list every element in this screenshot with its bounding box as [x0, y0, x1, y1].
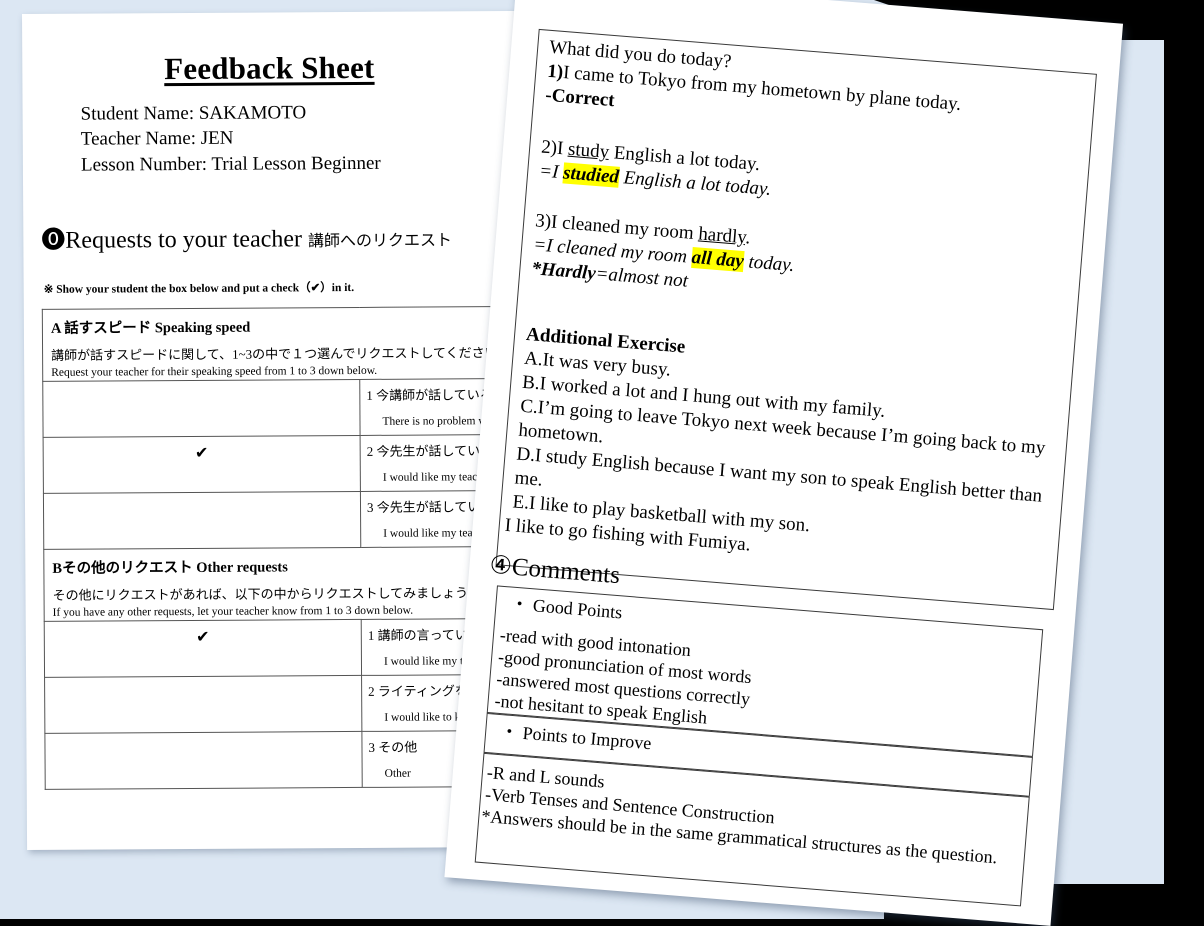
- checkbox-cell-a3[interactable]: [43, 491, 361, 550]
- student-meta: Student Name: SAKAMOTO Teacher Name: JEN…: [81, 99, 499, 177]
- item-2-corr-pre: =I: [538, 160, 565, 184]
- table-row[interactable]: ✔ 2 今先生が話しているスピードもう少しゆっくり話して欲しい I would …: [43, 433, 522, 494]
- item-3-number: 3): [534, 210, 552, 233]
- section-b-en-instruction: If you have any other requests, let your…: [52, 604, 414, 619]
- page-title: Feedback Sheet: [164, 49, 375, 87]
- section-a-en-instruction: Request your teacher for their speaking …: [51, 364, 378, 379]
- checkbox-cell-b2[interactable]: [44, 675, 362, 734]
- lesson-number: Lesson Number: Trial Lesson Beginner: [80, 152, 381, 176]
- item-3-corr-post: today.: [742, 251, 796, 277]
- requests-section-heading: ⓿Requests to your teacher 講師へのリクエスト: [41, 217, 499, 255]
- hardly-term: *Hardly: [530, 258, 597, 285]
- checkbox-cell-a2[interactable]: ✔: [43, 435, 361, 494]
- checkbox-cell-b1[interactable]: ✔: [44, 619, 362, 678]
- section-a-jp-instruction: 講師が話すスピードに関して、1~3の中で１つ選んでリクエストしてください。: [51, 344, 511, 363]
- table-row[interactable]: 2 ライティングを添削する時に、他の表現を教えてほしい I would like…: [44, 673, 522, 734]
- item-2-number: 2): [540, 136, 558, 159]
- teacher-name: Teacher Name: JEN: [80, 127, 234, 150]
- section-a-header-row: A 話すスピード Speaking speed 講師が話すスピードに関して、1~…: [42, 305, 522, 382]
- student-name: Student Name: SAKAMOTO: [80, 102, 307, 125]
- section-b-jp-instruction: その他にリクエストがあれば、以下の中からリクエストしてみましょう。: [52, 585, 481, 603]
- exercise-sheet-page: What did you do today? 1)I came to Tokyo…: [444, 0, 1124, 926]
- item-3-highlight: all day: [690, 246, 745, 273]
- additional-item: me.: [513, 467, 544, 491]
- checkbox-cell-a1[interactable]: [42, 379, 361, 438]
- requests-heading-jp: 講師へのリクエスト: [307, 232, 453, 251]
- item-3-underlined: hardly: [697, 223, 747, 249]
- checkbox-cell-b3[interactable]: [44, 731, 363, 790]
- table-row[interactable]: 1 今講師が話しているスピードで問題ない There is no problem…: [42, 377, 522, 438]
- item-2-highlight: studied: [562, 162, 620, 188]
- table-row[interactable]: ✔ 1 講師の言っていることが聞き取れなかった時は、フィードバックシートにタイピ…: [44, 617, 522, 678]
- instruction-note: ※ Show your student the box below and pu…: [43, 281, 355, 296]
- requests-heading-en: ⓿Requests to your teacher: [41, 226, 303, 254]
- section-b-title: Bその他のリクエスト Other requests: [52, 559, 288, 577]
- item-1-number: 1): [546, 60, 564, 83]
- section-b-header-row: Bその他のリクエスト Other requests その他にリクエストがあれば、…: [43, 545, 522, 622]
- table-row[interactable]: 3 その他 Other: [44, 729, 522, 790]
- item-2-underlined: study: [567, 138, 611, 163]
- table-row[interactable]: 3 今先生が話しているスピードもっとゆっくり話して欲しい I would lik…: [43, 489, 522, 550]
- requests-table: A 話すスピード Speaking speed 講師が話すスピードに関して、1~…: [42, 305, 522, 790]
- feedback-sheet-page: Feedback Sheet Student Name: SAKAMOTO Te…: [22, 10, 522, 850]
- section-a-title: A 話すスピード Speaking speed: [50, 319, 251, 337]
